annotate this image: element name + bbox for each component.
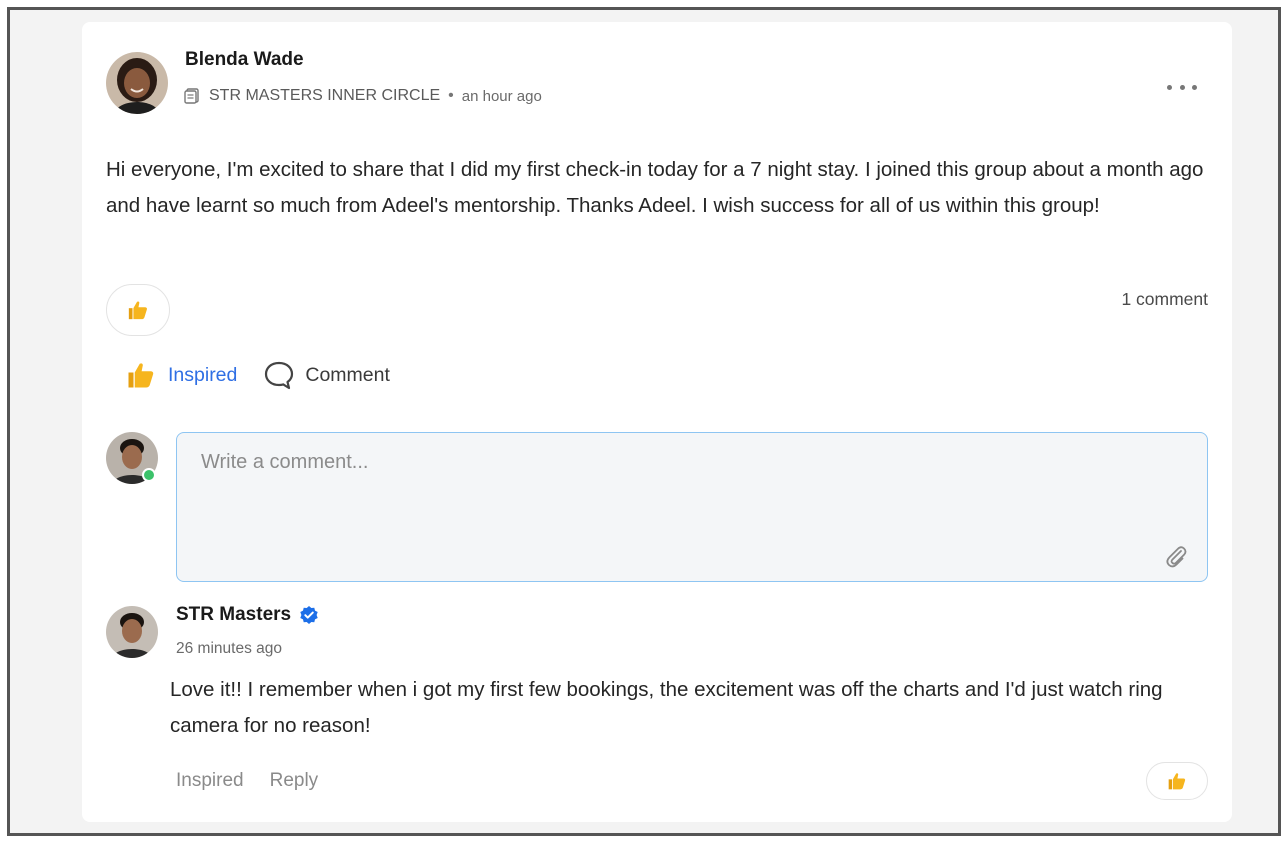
speech-bubble-icon (265, 361, 294, 390)
post-meta: STR MASTERS INNER CIRCLE • an hour ago (183, 87, 542, 105)
group-link[interactable]: STR MASTERS INNER CIRCLE (209, 87, 440, 105)
window-frame: Blenda Wade STR MASTERS INNER CIRCLE • a… (7, 7, 1281, 836)
post-time[interactable]: an hour ago (462, 88, 542, 105)
thumbs-up-icon (128, 363, 154, 388)
reaction-summary[interactable] (106, 284, 170, 336)
post-actions: Inspired Comment (126, 360, 390, 390)
comment-input[interactable] (177, 433, 1207, 581)
comment-reaction-summary[interactable] (1146, 762, 1208, 800)
inspired-label: Inspired (168, 363, 238, 386)
comment-button[interactable]: Comment (263, 360, 390, 390)
online-status-indicator (142, 468, 156, 482)
meta-separator: • (448, 87, 454, 104)
inspired-button[interactable]: Inspired (126, 360, 237, 390)
commenter-avatar[interactable] (106, 606, 158, 658)
thumbs-up-icon (1168, 773, 1186, 790)
author-avatar[interactable] (106, 52, 168, 114)
reply-button[interactable]: Reply (270, 770, 319, 792)
comment-composer (176, 432, 1208, 582)
comment-body: Love it!! I remember when i got my first… (170, 678, 1163, 737)
comment-time[interactable]: 26 minutes ago (176, 640, 282, 658)
author-name[interactable]: Blenda Wade (185, 49, 304, 71)
comment-inspired-button[interactable]: Inspired (176, 770, 244, 792)
more-dot-icon (1179, 84, 1185, 90)
post-card: Blenda Wade STR MASTERS INNER CIRCLE • a… (82, 22, 1232, 822)
verified-badge-icon (300, 606, 318, 624)
post-body: Hi everyone, I'm excited to share that I… (106, 158, 1204, 217)
group-icon (184, 88, 199, 104)
commenter-name[interactable]: STR Masters (176, 604, 291, 626)
more-dot-icon (1167, 84, 1172, 90)
comment-label: Comment (305, 363, 390, 386)
paperclip-icon[interactable] (1161, 541, 1189, 569)
commenter-name-row: STR Masters (176, 604, 319, 626)
more-dot-icon (1192, 84, 1197, 90)
comment-count[interactable]: 1 comment (1121, 289, 1208, 310)
more-options-button[interactable] (1167, 77, 1197, 97)
comment-actions: Inspired Reply (176, 770, 318, 792)
thumbs-up-icon (128, 301, 147, 320)
